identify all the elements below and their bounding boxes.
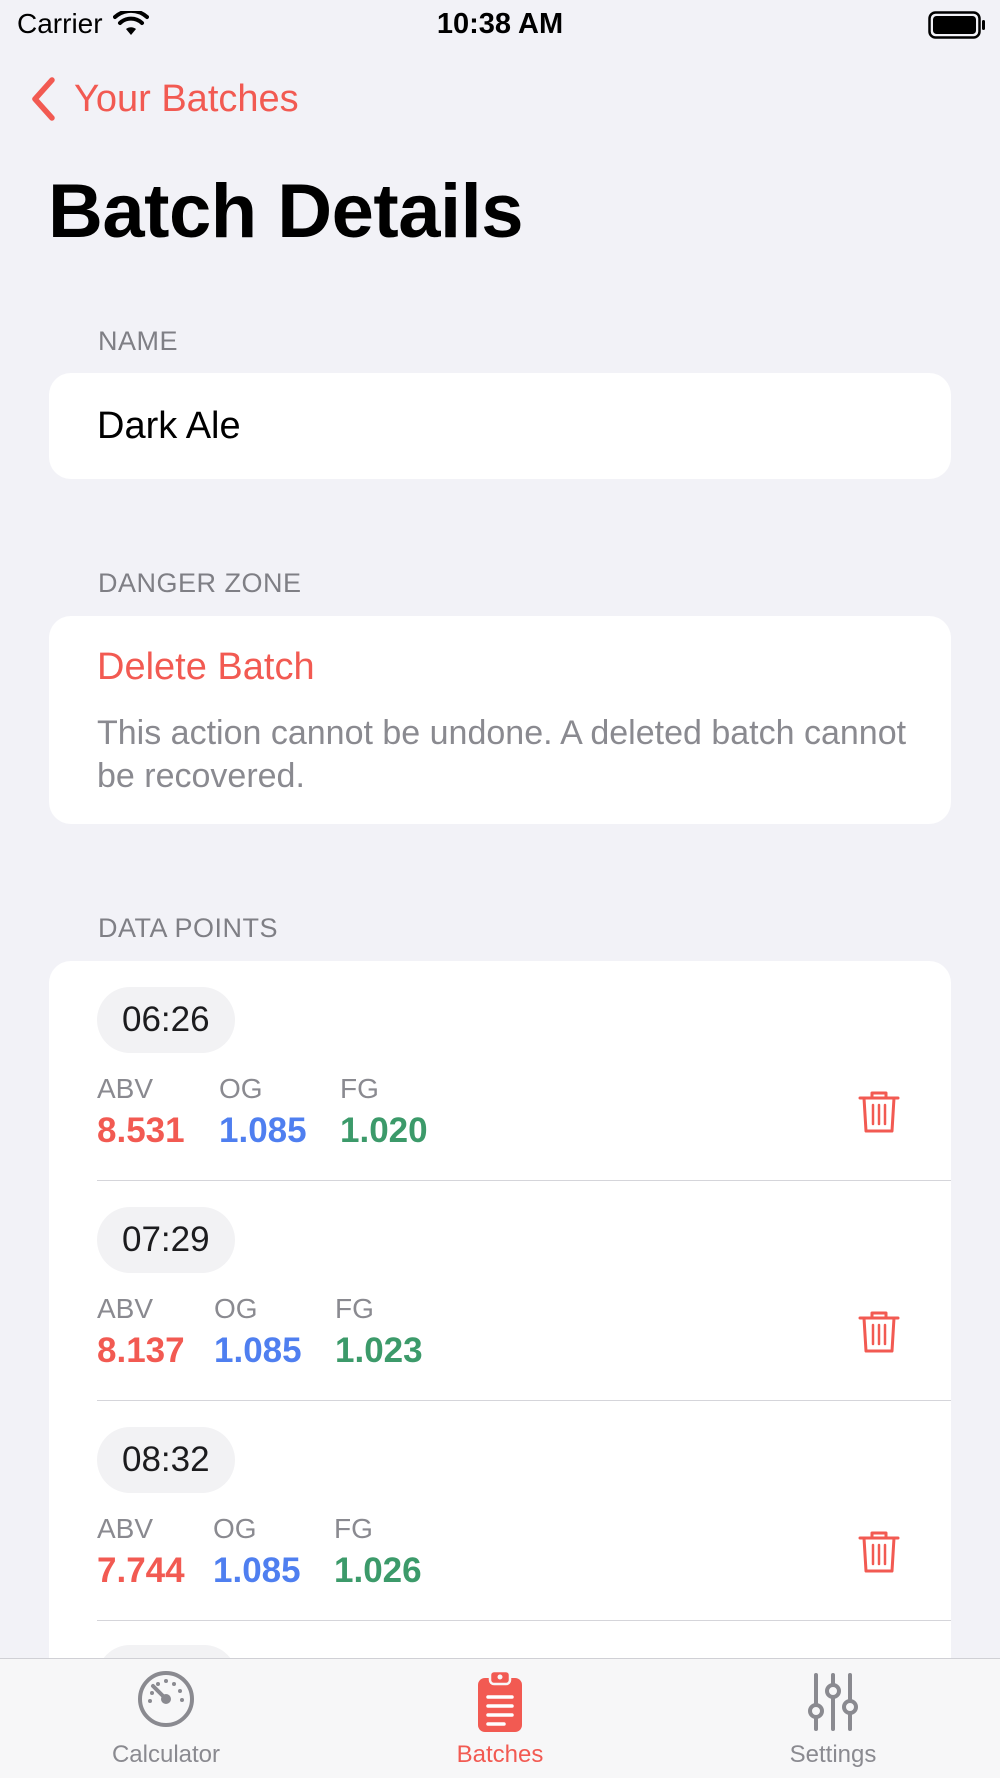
tab-bar: Calculator Batches Settings (0, 1658, 1000, 1778)
data-points-card: 06:26 ABV 8.531 OG 1.085 FG 1.020 07:29 … (49, 961, 951, 1778)
battery-icon (928, 11, 985, 39)
chevron-left-icon (32, 77, 55, 121)
data-point-row: 08:32 ABV 7.744 OG 1.085 FG 1.026 (49, 1401, 951, 1621)
og-metric: OG 1.085 (219, 1073, 307, 1151)
data-point-row: 07:29 ABV 8.137 OG 1.085 FG 1.023 (49, 1181, 951, 1401)
sliders-icon (808, 1673, 858, 1731)
row-divider (97, 1620, 951, 1621)
fg-metric: FG 1.020 (340, 1073, 428, 1151)
fg-metric: FG 1.023 (335, 1293, 423, 1371)
og-label: OG (214, 1293, 258, 1324)
abv-value: 8.531 (97, 1111, 185, 1150)
fg-label: FG (340, 1073, 379, 1104)
fg-value: 1.020 (340, 1111, 428, 1150)
abv-metric: ABV 8.531 (97, 1073, 185, 1151)
trash-icon[interactable] (857, 1309, 901, 1355)
abv-label: ABV (97, 1293, 154, 1324)
abv-label: ABV (97, 1073, 154, 1104)
og-metric: OG 1.085 (213, 1513, 301, 1591)
name-card (49, 373, 951, 479)
fg-value: 1.026 (334, 1551, 422, 1590)
abv-metric: ABV 8.137 (97, 1293, 185, 1371)
fg-metric: FG 1.026 (334, 1513, 422, 1591)
data-point-row: 06:26 ABV 8.531 OG 1.085 FG 1.020 (49, 961, 951, 1181)
danger-card: Delete Batch This action cannot be undon… (49, 616, 951, 824)
delete-batch-button[interactable]: Delete Batch (97, 646, 315, 689)
data-points-section-header: DATA POINTS (98, 913, 279, 943)
abv-value: 8.137 (97, 1331, 185, 1370)
og-label: OG (219, 1073, 263, 1104)
batch-name-input[interactable] (97, 373, 897, 479)
tab-batches[interactable]: Batches (400, 1669, 600, 1769)
back-button-label: Your Batches (74, 77, 299, 120)
og-value: 1.085 (219, 1111, 307, 1150)
trash-icon[interactable] (857, 1529, 901, 1575)
danger-section-header: DANGER ZONE (98, 568, 302, 598)
tab-calculator[interactable]: Calculator (66, 1669, 266, 1769)
fg-label: FG (334, 1513, 373, 1544)
name-section-header: NAME (98, 326, 179, 356)
fg-value: 1.023 (335, 1331, 423, 1370)
time-chip[interactable]: 07:29 (97, 1207, 235, 1273)
gauge-icon (138, 1671, 194, 1727)
status-bar: Carrier 10:38 AM (0, 0, 1000, 50)
trash-icon[interactable] (857, 1089, 901, 1135)
abv-metric: ABV 7.744 (97, 1513, 185, 1591)
status-time: 10:38 AM (436, 8, 564, 40)
delete-warning-text: This action cannot be undone. A deleted … (97, 714, 907, 795)
og-metric: OG 1.085 (214, 1293, 302, 1371)
og-value: 1.085 (214, 1331, 302, 1370)
og-value: 1.085 (213, 1551, 301, 1590)
page-title: Batch Details (48, 169, 524, 254)
clipboard-icon (478, 1669, 522, 1732)
abv-label: ABV (97, 1513, 154, 1544)
tab-settings[interactable]: Settings (733, 1669, 933, 1769)
back-button[interactable]: Your Batches (30, 76, 299, 122)
fg-label: FG (335, 1293, 374, 1324)
time-chip[interactable]: 06:26 (97, 987, 235, 1053)
og-label: OG (213, 1513, 257, 1544)
tab-settings-label: Settings (789, 1741, 877, 1768)
abv-value: 7.744 (97, 1551, 185, 1590)
tab-batches-label: Batches (456, 1741, 544, 1768)
tab-calculator-label: Calculator (111, 1741, 221, 1768)
time-chip[interactable]: 08:32 (97, 1427, 235, 1493)
